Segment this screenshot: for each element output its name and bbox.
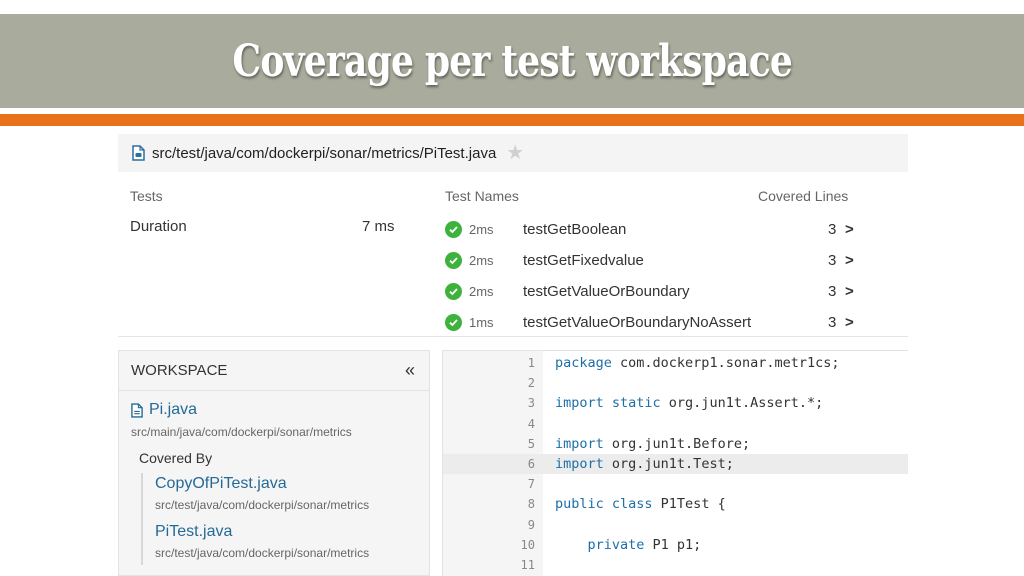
code-keyword: private — [555, 536, 645, 553]
check-circle-icon — [445, 251, 462, 269]
code-keyword: public class — [555, 496, 653, 513]
line-number[interactable]: 6 — [443, 454, 535, 474]
code-line: 2 — [443, 373, 908, 393]
covered-lines-count: 3 — [828, 220, 837, 238]
tests-label: Tests — [130, 188, 163, 204]
covered-by-label: Covered By — [139, 450, 213, 466]
test-names-header: Test Names — [445, 188, 519, 204]
test-name: testGetFixedvalue — [523, 251, 644, 269]
test-row[interactable]: 2ms testGetBoolean 3 > — [445, 217, 865, 241]
covering-test-file[interactable]: CopyOfPiTest.java — [155, 475, 287, 493]
line-number[interactable]: 3 — [443, 393, 535, 413]
line-number[interactable]: 11 — [443, 555, 535, 575]
covered-by-list: CopyOfPiTest.java src/test/java/com/dock… — [141, 473, 421, 565]
covered-lines-count: 3 — [828, 313, 837, 331]
workspace-title: WORKSPACE — [131, 362, 228, 379]
chevron-right-icon[interactable]: > — [845, 252, 854, 269]
line-number[interactable]: 10 — [443, 535, 535, 555]
chevron-right-icon[interactable]: > — [845, 283, 854, 300]
code-text: org.jun1t.Assert.*; — [660, 395, 824, 412]
line-number[interactable]: 5 — [443, 434, 535, 454]
code-line: 9 — [443, 515, 908, 535]
code-line: 4 — [443, 414, 908, 434]
check-circle-icon — [445, 282, 462, 300]
test-row[interactable]: 1ms testGetValueOrBoundaryNoAssert 3 > — [445, 310, 865, 334]
test-summary: Tests Duration 7 ms Test Names Covered L… — [118, 172, 908, 337]
code-line: 5 import org.jun1t.Before; — [443, 434, 908, 454]
workspace-header: WORKSPACE « — [119, 351, 429, 391]
file-icon — [131, 402, 143, 418]
test-name: testGetValueOrBoundaryNoAssert — [523, 313, 752, 331]
test-duration: 2ms — [469, 283, 494, 299]
slide-title-band: Coverage per test workspace — [0, 14, 1024, 108]
code-keyword: import static — [555, 395, 661, 412]
line-number[interactable]: 9 — [443, 515, 535, 535]
test-duration: 1ms — [469, 314, 494, 330]
line-number[interactable]: 4 — [443, 414, 535, 434]
test-duration: 2ms — [469, 252, 494, 268]
code-text: com.dockerp1.sonar.metr1cs; — [611, 355, 840, 371]
test-name: testGetBoolean — [523, 220, 627, 238]
line-number[interactable]: 7 — [443, 474, 535, 494]
code-keyword: package — [555, 355, 612, 371]
line-number[interactable]: 2 — [443, 373, 535, 393]
file-path[interactable]: src/test/java/com/dockerpi/sonar/metrics… — [152, 145, 496, 162]
code-text: org.jun1t.Before; — [603, 435, 751, 452]
code-line: 8 public class P1Test { — [443, 494, 908, 514]
title-divider-orange — [0, 114, 1024, 126]
duration-value: 7 ms — [362, 218, 395, 235]
covering-test-file[interactable]: PiTest.java — [155, 523, 232, 541]
check-circle-icon — [445, 220, 462, 238]
code-line: 11 — [443, 555, 908, 575]
file-path-bar: src/test/java/com/dockerpi/sonar/metrics… — [118, 134, 908, 172]
title-divider-white — [0, 108, 1024, 112]
file-icon — [132, 145, 145, 161]
code-text: P1Test { — [652, 496, 726, 513]
chevron-right-icon[interactable]: > — [845, 221, 854, 238]
code-keyword: import — [555, 435, 604, 452]
chevron-right-icon[interactable]: > — [845, 314, 854, 331]
workspace-file[interactable]: Pi.java — [131, 401, 197, 419]
workspace-panel: WORKSPACE « Pi.java src/main/java/com/do… — [118, 350, 430, 576]
star-icon[interactable]: ★ — [506, 143, 524, 163]
test-duration: 2ms — [469, 221, 494, 237]
test-row[interactable]: 2ms testGetValueOrBoundary 3 > — [445, 279, 865, 303]
code-line-highlighted: 6 import org.jun1t.Test; — [443, 454, 908, 475]
code-line: 10 private P1 p1; — [443, 535, 908, 555]
code-keyword: import — [555, 456, 604, 472]
covered-lines-count: 3 — [828, 251, 837, 269]
workspace-file-name[interactable]: Pi.java — [149, 401, 197, 419]
collapse-icon[interactable]: « — [405, 360, 415, 381]
code-text: org.jun1t.Test; — [603, 456, 734, 472]
line-number[interactable]: 8 — [443, 494, 535, 514]
covered-lines-header: Covered Lines — [758, 188, 849, 204]
code-text: P1 p1; — [644, 536, 702, 553]
covering-test-path: src/test/java/com/dockerpi/sonar/metrics — [155, 546, 370, 560]
duration-label: Duration — [130, 218, 187, 235]
covered-lines-count: 3 — [828, 282, 837, 300]
covering-test-path: src/test/java/com/dockerpi/sonar/metrics — [155, 498, 370, 512]
code-line: 3 import static org.jun1t.Assert.*; — [443, 393, 908, 413]
check-circle-icon — [445, 313, 462, 331]
workspace-file-path: src/main/java/com/dockerpi/sonar/metrics — [131, 425, 352, 439]
test-name: testGetValueOrBoundary — [523, 282, 690, 300]
slide-title: Coverage per test workspace — [232, 35, 792, 87]
test-row[interactable]: 2ms testGetFixedvalue 3 > — [445, 248, 865, 272]
code-line: 1 package com.dockerp1.sonar.metr1cs; — [443, 353, 908, 373]
code-viewer: 1 package com.dockerp1.sonar.metr1cs; 2 3… — [442, 350, 908, 576]
line-number[interactable]: 1 — [443, 353, 535, 373]
code-line: 7 — [443, 474, 908, 494]
